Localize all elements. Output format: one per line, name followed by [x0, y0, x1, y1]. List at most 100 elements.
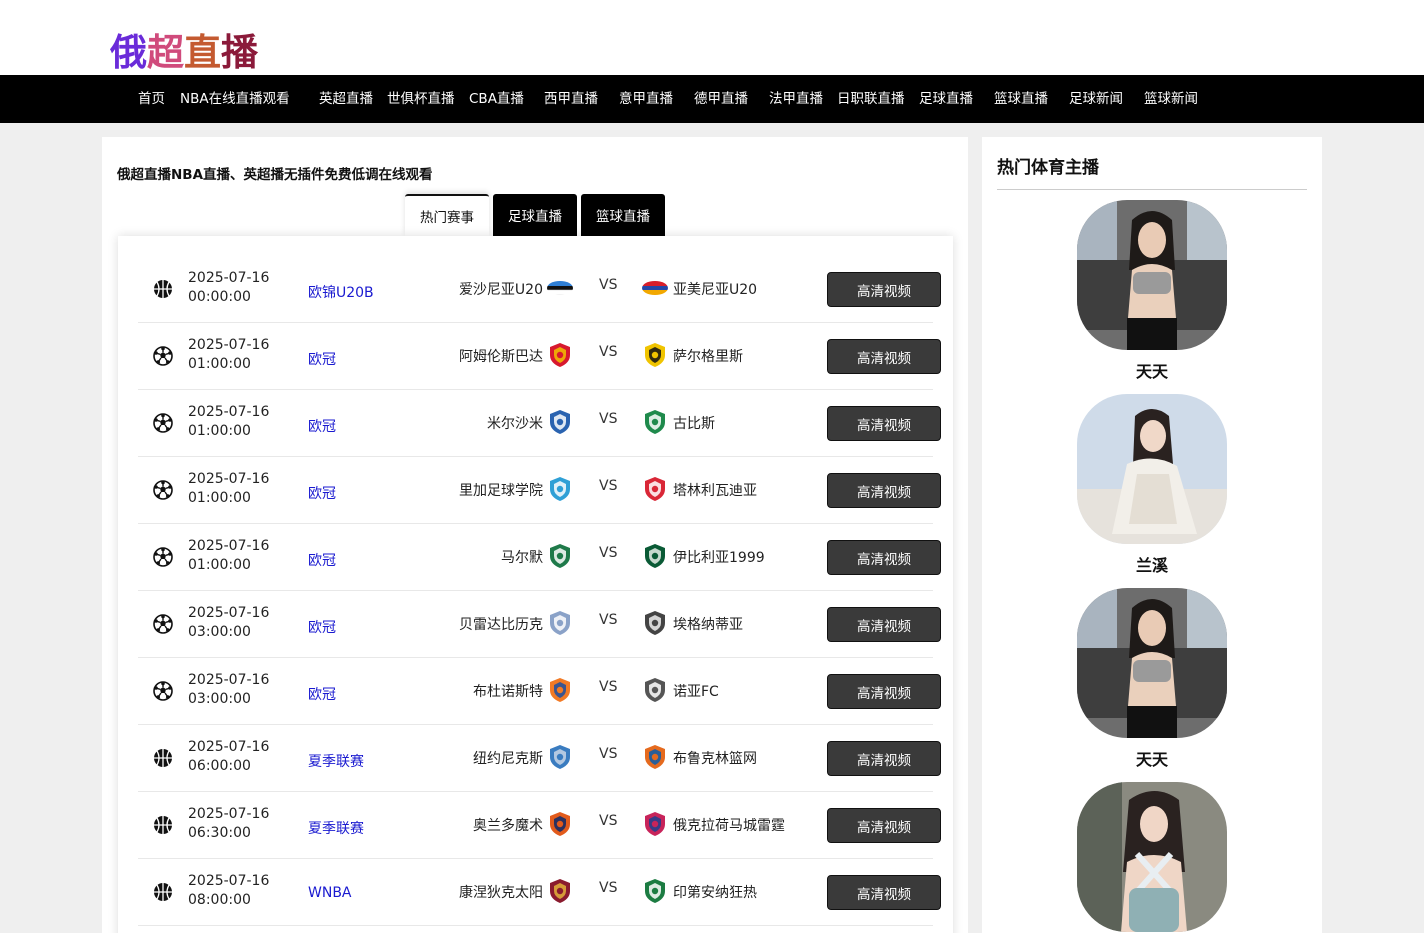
vs-label: VS [599, 612, 618, 628]
hd-video-button[interactable]: 高清视频 [827, 875, 941, 910]
nav-item-j-league[interactable]: 日职联直播 [837, 90, 905, 108]
nav-item-serie-a[interactable]: 意甲直播 [619, 90, 673, 108]
nav-item-club-world-cup[interactable]: 世俱杯直播 [387, 90, 455, 108]
estonia-flag-icon [547, 275, 573, 301]
vs-label: VS [599, 746, 618, 762]
club-crest-icon [547, 342, 573, 368]
match-time: 00:00:00 [188, 289, 251, 305]
match-time: 01:00:00 [188, 557, 251, 573]
match-row: 2025-07-16 06:30:00 夏季联赛 奥兰多魔术 VS 俄克拉荷马城雷霆 高清视… [138, 792, 941, 859]
match-datetime: 2025-07-16 06:30:00 [188, 805, 269, 843]
tab-basketball-live[interactable]: 篮球直播 [581, 194, 665, 236]
club-crest-icon [642, 610, 668, 636]
anchor-avatar[interactable] [1077, 394, 1227, 544]
basketball-icon [153, 748, 173, 768]
nav-item-football-news[interactable]: 足球新闻 [1069, 90, 1123, 108]
match-date: 2025-07-16 [188, 806, 270, 822]
match-datetime: 2025-07-16 00:00:00 [188, 269, 269, 307]
anchor-avatar[interactable] [1077, 782, 1227, 932]
nav-item-ligue-1[interactable]: 法甲直播 [769, 90, 823, 108]
away-team: 亚美尼亚U20 [673, 282, 758, 298]
main-nav: 首页 NBA在线直播观看 英超直播 世俱杯直播 CBA直播 西甲直播 意甲直播 … [0, 75, 1424, 123]
hd-video-button[interactable]: 高清视频 [827, 473, 941, 508]
hd-video-button[interactable]: 高清视频 [827, 741, 941, 776]
match-date: 2025-07-16 [188, 672, 270, 688]
match-time: 03:00:00 [188, 691, 251, 707]
hd-video-button[interactable]: 高清视频 [827, 607, 941, 642]
nav-item-basketball-live[interactable]: 篮球直播 [994, 90, 1048, 108]
hd-video-button[interactable]: 高清视频 [827, 339, 941, 374]
tab-football-live[interactable]: 足球直播 [493, 194, 577, 236]
away-team: 诺亚FC [673, 684, 719, 700]
home-team: 布杜诺斯特 [473, 684, 543, 700]
match-panel: 俄超直播NBA直播、英超播无插件免费低调在线观看 热门赛事 足球直播 篮球直播 … [102, 137, 968, 933]
soccer-ball-icon [153, 346, 173, 366]
match-datetime: 2025-07-16 06:00:00 [188, 738, 269, 776]
vs-label: VS [599, 880, 618, 896]
away-team: 埃格纳蒂亚 [673, 617, 743, 633]
club-crest-icon [547, 476, 573, 502]
match-date: 2025-07-16 [188, 605, 270, 621]
site-logo[interactable]: 俄 超 直 播 [110, 30, 258, 74]
away-team: 伊比利亚1999 [673, 550, 765, 566]
nav-item-basketball-news[interactable]: 篮球新闻 [1144, 90, 1198, 108]
match-time: 06:00:00 [188, 758, 251, 774]
anchor-card[interactable]: 天天 [1077, 200, 1227, 382]
sun-logo-icon [547, 878, 573, 904]
sidebar-divider [997, 189, 1307, 190]
anchor-card[interactable] [1077, 782, 1227, 933]
match-row: 2025-07-16 08:00:00 WNBA 康涅狄克太阳 VS 印第安纳狂热 高清视频 [138, 859, 941, 926]
club-crest-icon [642, 476, 668, 502]
home-team: 爱沙尼亚U20 [458, 282, 543, 298]
match-row: 2025-07-16 00:00:00 欧锦U20B 爱沙尼亚U20 VS 亚美尼亚U20… [138, 256, 941, 323]
anchor-card[interactable]: 兰溪 [1077, 394, 1227, 576]
nets-logo-icon [642, 744, 668, 770]
anchor-avatar[interactable] [1077, 200, 1227, 350]
anchor-name: 天天 [1135, 750, 1168, 769]
away-team: 印第安纳狂热 [673, 885, 757, 901]
anchor-avatar[interactable] [1077, 588, 1227, 738]
nav-item-home[interactable]: 首页 [138, 90, 165, 108]
logo-char: 播 [221, 30, 258, 74]
nav-item-football-live[interactable]: 足球直播 [919, 90, 973, 108]
nav-item-nba[interactable]: NBA在线直播观看 [180, 90, 290, 108]
fever-logo-icon [642, 878, 668, 904]
club-crest-icon [547, 610, 573, 636]
basketball-icon [153, 279, 173, 299]
nav-item-cba[interactable]: CBA直播 [469, 90, 524, 108]
vs-label: VS [599, 277, 618, 293]
vs-label: VS [599, 478, 618, 494]
match-time: 03:00:00 [188, 624, 251, 640]
nav-item-la-liga[interactable]: 西甲直播 [544, 90, 598, 108]
hd-video-button[interactable]: 高清视频 [827, 540, 941, 575]
club-crest-icon [547, 677, 573, 703]
match-time: 01:00:00 [188, 423, 251, 439]
nav-item-bundesliga[interactable]: 德甲直播 [694, 90, 748, 108]
hd-video-button[interactable]: 高清视频 [827, 406, 941, 441]
hd-video-button[interactable]: 高清视频 [827, 674, 941, 709]
logo-char: 俄 [110, 30, 147, 74]
sidebar-title: 热门体育主播 [997, 158, 1099, 178]
away-team: 古比斯 [673, 416, 715, 432]
match-time: 06:30:00 [188, 825, 251, 841]
basketball-icon [153, 815, 173, 835]
match-datetime: 2025-07-16 01:00:00 [188, 470, 269, 508]
match-row: 2025-07-16 03:00:00 欧冠 贝雷达比历克 VS 埃格纳蒂亚 高清视频 [138, 591, 941, 658]
nav-item-premier-league[interactable]: 英超直播 [319, 90, 373, 108]
vs-label: VS [599, 411, 618, 427]
hd-video-button[interactable]: 高清视频 [827, 808, 941, 843]
away-team: 俄克拉荷马城雷霆 [673, 818, 785, 834]
match-datetime: 2025-07-16 08:00:00 [188, 872, 269, 910]
match-row: 2025-07-16 03:00:00 欧冠 布杜诺斯特 VS 诺亚FC 高清视频 [138, 658, 941, 725]
match-datetime: 2025-07-16 01:00:00 [188, 336, 269, 374]
club-crest-icon [642, 677, 668, 703]
hd-video-button[interactable]: 高清视频 [827, 272, 941, 307]
home-team: 奥兰多魔术 [473, 818, 543, 834]
club-crest-icon [642, 342, 668, 368]
tab-hot-events[interactable]: 热门赛事 [405, 194, 489, 236]
anchor-card[interactable]: 天天 [1077, 588, 1227, 770]
logo-char: 直 [184, 30, 221, 74]
match-time: 01:00:00 [188, 490, 251, 506]
armenia-flag-icon [642, 275, 668, 301]
knicks-logo-icon [547, 744, 573, 770]
